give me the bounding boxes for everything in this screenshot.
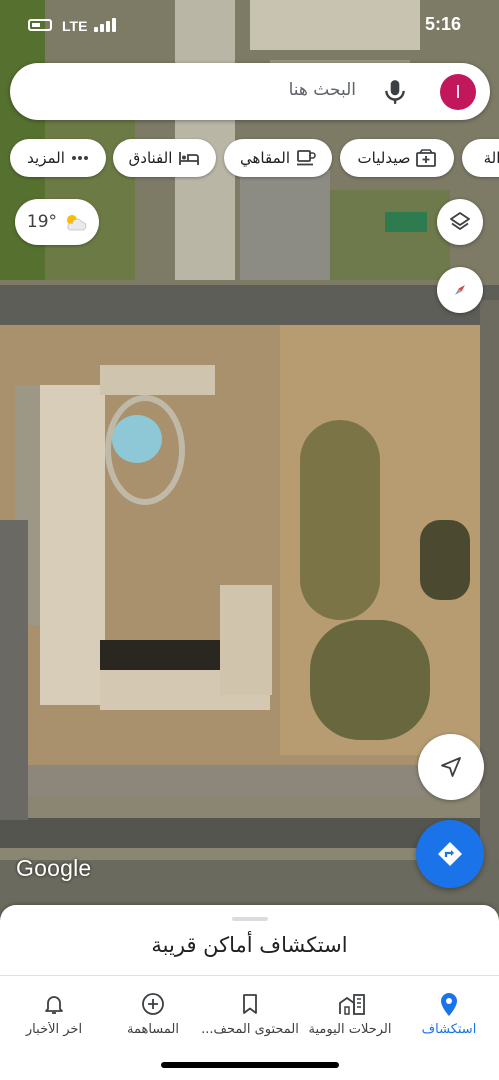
add-circle-icon: [142, 993, 164, 1015]
coffee-icon: [297, 150, 316, 166]
home-indicator[interactable]: [161, 1062, 339, 1068]
bell-icon: [45, 996, 63, 1014]
nav-saved-label: المحتوى المحف...: [201, 1022, 299, 1037]
chip-hotels[interactable]: الفنادق: [113, 139, 216, 177]
bookmark-icon: [243, 994, 257, 1014]
status-bar: LTE 5:16: [0, 0, 499, 56]
nav-updates[interactable]: آخر الأخبار: [4, 984, 104, 1037]
nav-explore[interactable]: استكشاف: [399, 984, 499, 1037]
google-attribution: Google: [16, 855, 92, 881]
nav-explore-label: استكشاف: [421, 1022, 477, 1037]
partly-cloudy-icon: [67, 215, 87, 231]
search-bar[interactable]: I البحث هنا: [10, 63, 490, 120]
sheet-handle[interactable]: [232, 917, 268, 921]
chip-cafes[interactable]: المقاهي: [224, 139, 332, 177]
network-type: LTE: [62, 18, 88, 34]
directions-icon: [438, 842, 462, 866]
category-chips: الة صيدليات المقاهي الفنادق المزيد: [0, 139, 499, 179]
avatar[interactable]: I: [440, 74, 476, 110]
microphone-icon[interactable]: [382, 78, 408, 106]
hotel-bed-icon: [179, 152, 200, 165]
commute-building-icon: [339, 994, 365, 1015]
chip-partial[interactable]: الة: [462, 139, 499, 177]
explore-sheet[interactable]: استكشاف أماكن قريبة: [0, 905, 499, 975]
weather-chip[interactable]: 19°: [15, 199, 99, 245]
signal-icon: [94, 18, 116, 32]
nav-contribute[interactable]: المساهمة: [103, 984, 203, 1037]
sheet-title: استكشاف أماكن قريبة: [151, 933, 348, 957]
nav-commute-label: الرحلات اليومية: [308, 1022, 392, 1037]
battery-icon: [28, 19, 52, 31]
location-arrow-icon: [441, 757, 461, 777]
clock: 5:16: [424, 14, 461, 34]
more-dots-icon: [71, 156, 88, 160]
chip-pharmacies-label: صيدليات: [357, 149, 411, 167]
chip-pharmacies[interactable]: صيدليات: [340, 139, 454, 177]
chip-more-label: المزيد: [27, 149, 65, 167]
nav-contribute-label: المساهمة: [127, 1022, 179, 1037]
location-pin-icon: [441, 993, 457, 1016]
layers-button[interactable]: [437, 199, 483, 245]
chip-more[interactable]: المزيد: [10, 139, 106, 177]
directions-button[interactable]: [416, 820, 484, 888]
nav-updates-label: آخر الأخبار: [25, 1022, 83, 1037]
chip-cafes-label: المقاهي: [240, 149, 290, 167]
chip-partial-label: الة: [483, 149, 499, 167]
nav-saved[interactable]: المحتوى المحف...: [200, 984, 300, 1037]
my-location-button[interactable]: [418, 734, 484, 800]
temperature: 19°: [26, 212, 58, 232]
pharmacy-icon: [416, 149, 437, 167]
compass-button[interactable]: [437, 267, 483, 313]
compass-icon: [455, 285, 465, 295]
layers-icon: [450, 212, 470, 230]
chip-hotels-label: الفنادق: [128, 149, 173, 167]
nav-commute[interactable]: الرحلات اليومية: [300, 984, 400, 1037]
search-input[interactable]: البحث هنا: [289, 80, 356, 100]
